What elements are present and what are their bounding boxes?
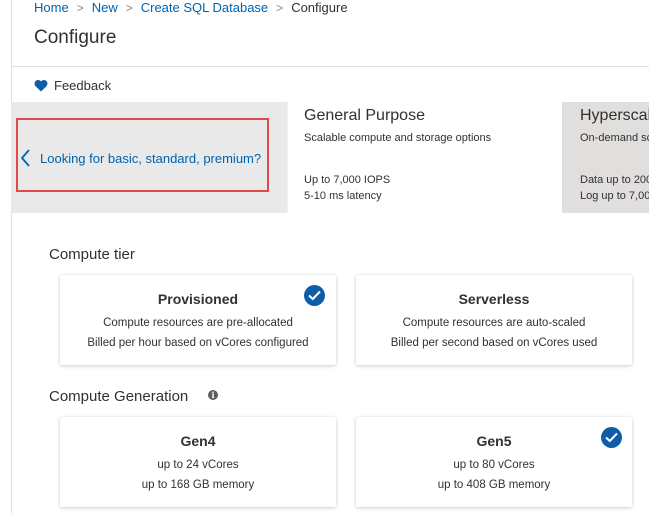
serverless-line2: Billed per second based on vCores used xyxy=(390,337,598,349)
breadcrumb-separator: > xyxy=(76,1,84,15)
info-icon[interactable]: i xyxy=(208,390,218,400)
basic-link-label: Looking for basic, standard, premium? xyxy=(40,151,262,166)
general-purpose-subtitle: Scalable compute and storage options xyxy=(304,132,492,144)
serverless-card[interactable]: Serverless Compute resources are auto-sc… xyxy=(356,275,632,365)
feedback-label: Feedback xyxy=(54,77,112,93)
serverless-title: Serverless xyxy=(458,291,530,307)
general-purpose-iops: Up to 7,000 IOPS xyxy=(304,174,391,186)
checkmark-icon xyxy=(304,285,325,306)
breadcrumb-separator: > xyxy=(125,1,133,15)
breadcrumb-home[interactable]: Home xyxy=(34,0,69,15)
heart-icon xyxy=(34,79,48,91)
compute-tier-label: Compute tier xyxy=(49,246,135,263)
breadcrumb-new[interactable]: New xyxy=(92,0,118,15)
breadcrumb: Home > New > Create SQL Database > Configure xyxy=(34,0,348,18)
gen5-vcores: up to 80 vCores xyxy=(453,459,535,471)
general-purpose-latency: 5-10 ms latency xyxy=(304,190,382,202)
breadcrumb-create-sql-database[interactable]: Create SQL Database xyxy=(141,0,268,15)
chevron-left-icon xyxy=(20,149,30,167)
general-purpose-tier[interactable]: General Purpose Scalable compute and sto… xyxy=(288,102,562,213)
gen4-vcores: up to 24 vCores xyxy=(157,459,239,471)
compute-generation-label: Compute Generation xyxy=(49,388,189,405)
hyperscale-log: Log up to 7,000 xyxy=(580,190,649,202)
feedback-button[interactable]: Feedback xyxy=(34,75,111,95)
provisioned-title: Provisioned xyxy=(157,291,239,307)
divider xyxy=(11,66,649,67)
page-title: Configure xyxy=(34,27,117,48)
basic-standard-premium-link[interactable]: Looking for basic, standard, premium? xyxy=(16,118,269,192)
serverless-line1: Compute resources are auto-scaled xyxy=(402,317,586,329)
hyperscale-tier[interactable]: Hyperscale On-demand scalable storage Da… xyxy=(562,102,649,213)
gen5-title: Gen5 xyxy=(476,433,512,449)
gen4-card[interactable]: Gen4 up to 24 vCores up to 168 GB memory xyxy=(60,417,336,507)
hyperscale-title: Hyperscale xyxy=(580,107,649,124)
left-edge-panel xyxy=(0,0,12,513)
hyperscale-subtitle: On-demand scalable storage xyxy=(580,132,649,144)
hyperscale-data: Data up to 200 xyxy=(580,174,649,186)
provisioned-line2: Billed per hour based on vCores configur… xyxy=(87,337,309,349)
gen4-memory: up to 168 GB memory xyxy=(141,479,255,491)
general-purpose-title: General Purpose xyxy=(304,107,425,124)
provisioned-card[interactable]: Provisioned Compute resources are pre-al… xyxy=(60,275,336,365)
checkmark-icon xyxy=(601,427,622,448)
breadcrumb-configure: Configure xyxy=(291,0,348,15)
gen5-card[interactable]: Gen5 up to 80 vCores up to 408 GB memory xyxy=(356,417,632,507)
provisioned-line1: Compute resources are pre-allocated xyxy=(103,317,293,329)
gen5-memory: up to 408 GB memory xyxy=(437,479,551,491)
breadcrumb-separator: > xyxy=(276,1,284,15)
gen4-title: Gen4 xyxy=(180,433,216,449)
